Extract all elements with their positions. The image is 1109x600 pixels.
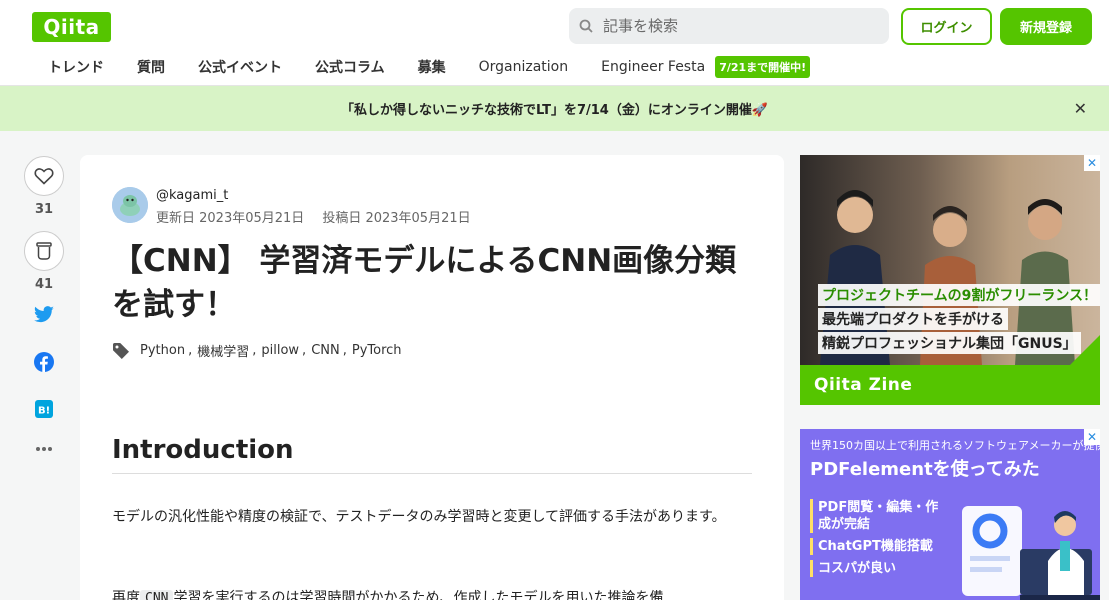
signup-button[interactable]: 新規登録: [1000, 8, 1092, 45]
ad-footer: Qiita Zine: [800, 365, 1100, 405]
stock-count: 41: [34, 277, 54, 292]
stock-icon: [36, 242, 52, 260]
ad-copy-line-2: 最先端プロダクトを手がける: [818, 308, 1008, 330]
like-count: 31: [34, 202, 54, 217]
ad2-close-icon[interactable]: ✕: [1084, 429, 1100, 445]
ad2-illustration: [962, 506, 1100, 600]
more-share[interactable]: [24, 446, 64, 452]
login-button[interactable]: ログイン: [901, 8, 992, 45]
paragraph-1: モデルの汎化性能や精度の検証で、テストデータのみ学習時と変更して評価する手法があ…: [112, 509, 726, 525]
announcement-banner[interactable]: 「私しか得しないニッチな技術でLT」を7/14（金）にオンライン開催🚀 ✕: [0, 86, 1109, 131]
nav-official-events[interactable]: 公式イベント: [198, 57, 282, 77]
action-rail: 31 41 B!: [24, 156, 64, 452]
author-block: @kagami_t 更新日 2023年05月21日 投稿日 2023年05月21日: [112, 187, 489, 229]
article-card: @kagami_t 更新日 2023年05月21日 投稿日 2023年05月21日…: [80, 155, 784, 600]
nav-questions[interactable]: 質問: [137, 57, 165, 77]
ad2-feature-list: PDF閲覧・編集・作成が完結 ChatGPT機能搭載 コスパが良い: [810, 499, 940, 582]
inline-code: CNN: [140, 590, 174, 600]
banner-close-icon[interactable]: ✕: [1074, 99, 1087, 118]
nav-engineer-festa[interactable]: Engineer Festa: [601, 59, 705, 75]
ad2-feature-1: PDF閲覧・編集・作成が完結: [810, 499, 940, 533]
avatar-image: [112, 187, 148, 223]
tag-python[interactable]: Python: [140, 343, 185, 358]
hatena-bookmark-share[interactable]: B!: [24, 400, 64, 418]
tag-pillow[interactable]: pillow: [261, 343, 299, 358]
site-header: Qiita ログイン 新規登録 トレンド 質問 公式イベント 公式コラム 募集 …: [0, 0, 1109, 86]
heart-icon: [34, 168, 54, 185]
search-box[interactable]: [569, 8, 889, 44]
nav-trend[interactable]: トレンド: [48, 57, 104, 77]
banner-text[interactable]: 「私しか得しないニッチな技術でLT」を7/14（金）にオンライン開催🚀: [341, 99, 768, 118]
ad-close-icon[interactable]: ✕: [1084, 155, 1100, 171]
author-avatar[interactable]: [112, 187, 148, 223]
author-name[interactable]: @kagami_t: [156, 187, 489, 205]
tag-cnn[interactable]: CNN: [311, 343, 340, 358]
section-heading: Introduction: [112, 435, 752, 474]
posted-date: 投稿日 2023年05月21日: [322, 211, 471, 226]
tag-list: Python, 機械学習, pillow, CNN, PyTorch: [112, 341, 405, 360]
twitter-share[interactable]: [24, 306, 64, 324]
facebook-share[interactable]: [24, 352, 64, 372]
search-icon: [579, 19, 593, 33]
updated-date: 更新日 2023年05月21日: [156, 211, 305, 226]
ad2-title: PDFelementを使ってみた: [810, 459, 1040, 480]
nav-organization[interactable]: Organization: [479, 59, 569, 75]
ad2-feature-2: ChatGPT機能搭載: [810, 538, 940, 555]
twitter-icon: [34, 306, 54, 323]
more-icon: [36, 447, 52, 451]
ad-banner-qiita-zine[interactable]: プロジェクトチームの9割がフリーランス！ 最先端プロダクトを手がける 精鋭プロフ…: [800, 155, 1100, 405]
paragraph-2: 再度 CNN 学習を実行するのは学習時間がかかるため、作成したモデルを用いた推論を備: [112, 583, 752, 600]
ad-copy-line-1: プロジェクトチームの9割がフリーランス！: [818, 284, 1100, 306]
search-input[interactable]: [603, 17, 863, 35]
nav-recruit[interactable]: 募集: [418, 57, 446, 77]
svg-text:B!: B!: [38, 406, 50, 417]
article-title: 【CNN】 学習済モデルによるCNN画像分類を試す！: [112, 243, 737, 323]
tag-machine-learning[interactable]: 機械学習: [197, 341, 249, 360]
ad2-feature-3: コスパが良い: [810, 560, 940, 577]
main-nav: トレンド 質問 公式イベント 公式コラム 募集 Organization Eng…: [32, 52, 811, 82]
article-dates: 更新日 2023年05月21日 投稿日 2023年05月21日: [156, 209, 489, 229]
festa-badge[interactable]: 7/21まで開催中!: [715, 56, 811, 78]
ad2-tagline: 世界150カ国以上で利用されるソフトウェアメーカーが提供: [810, 439, 1100, 452]
ad-copy: プロジェクトチームの9割がフリーランス！ 最先端プロダクトを手がける 精鋭プロフ…: [818, 284, 1100, 356]
qiita-logo[interactable]: Qiita: [32, 12, 111, 42]
tag-pytorch[interactable]: PyTorch: [352, 343, 402, 358]
facebook-icon: [34, 352, 54, 372]
like-button[interactable]: [24, 156, 64, 196]
hatena-bookmark-icon: B!: [35, 400, 53, 418]
ad-banner-pdfelement[interactable]: 世界150カ国以上で利用されるソフトウェアメーカーが提供 PDFelementを…: [800, 429, 1100, 600]
stock-button[interactable]: [24, 231, 64, 271]
ad-copy-line-3: 精鋭プロフェッショナル集団「GNUS」: [818, 332, 1081, 354]
tag-icon: [113, 342, 129, 359]
nav-official-columns[interactable]: 公式コラム: [315, 57, 385, 77]
